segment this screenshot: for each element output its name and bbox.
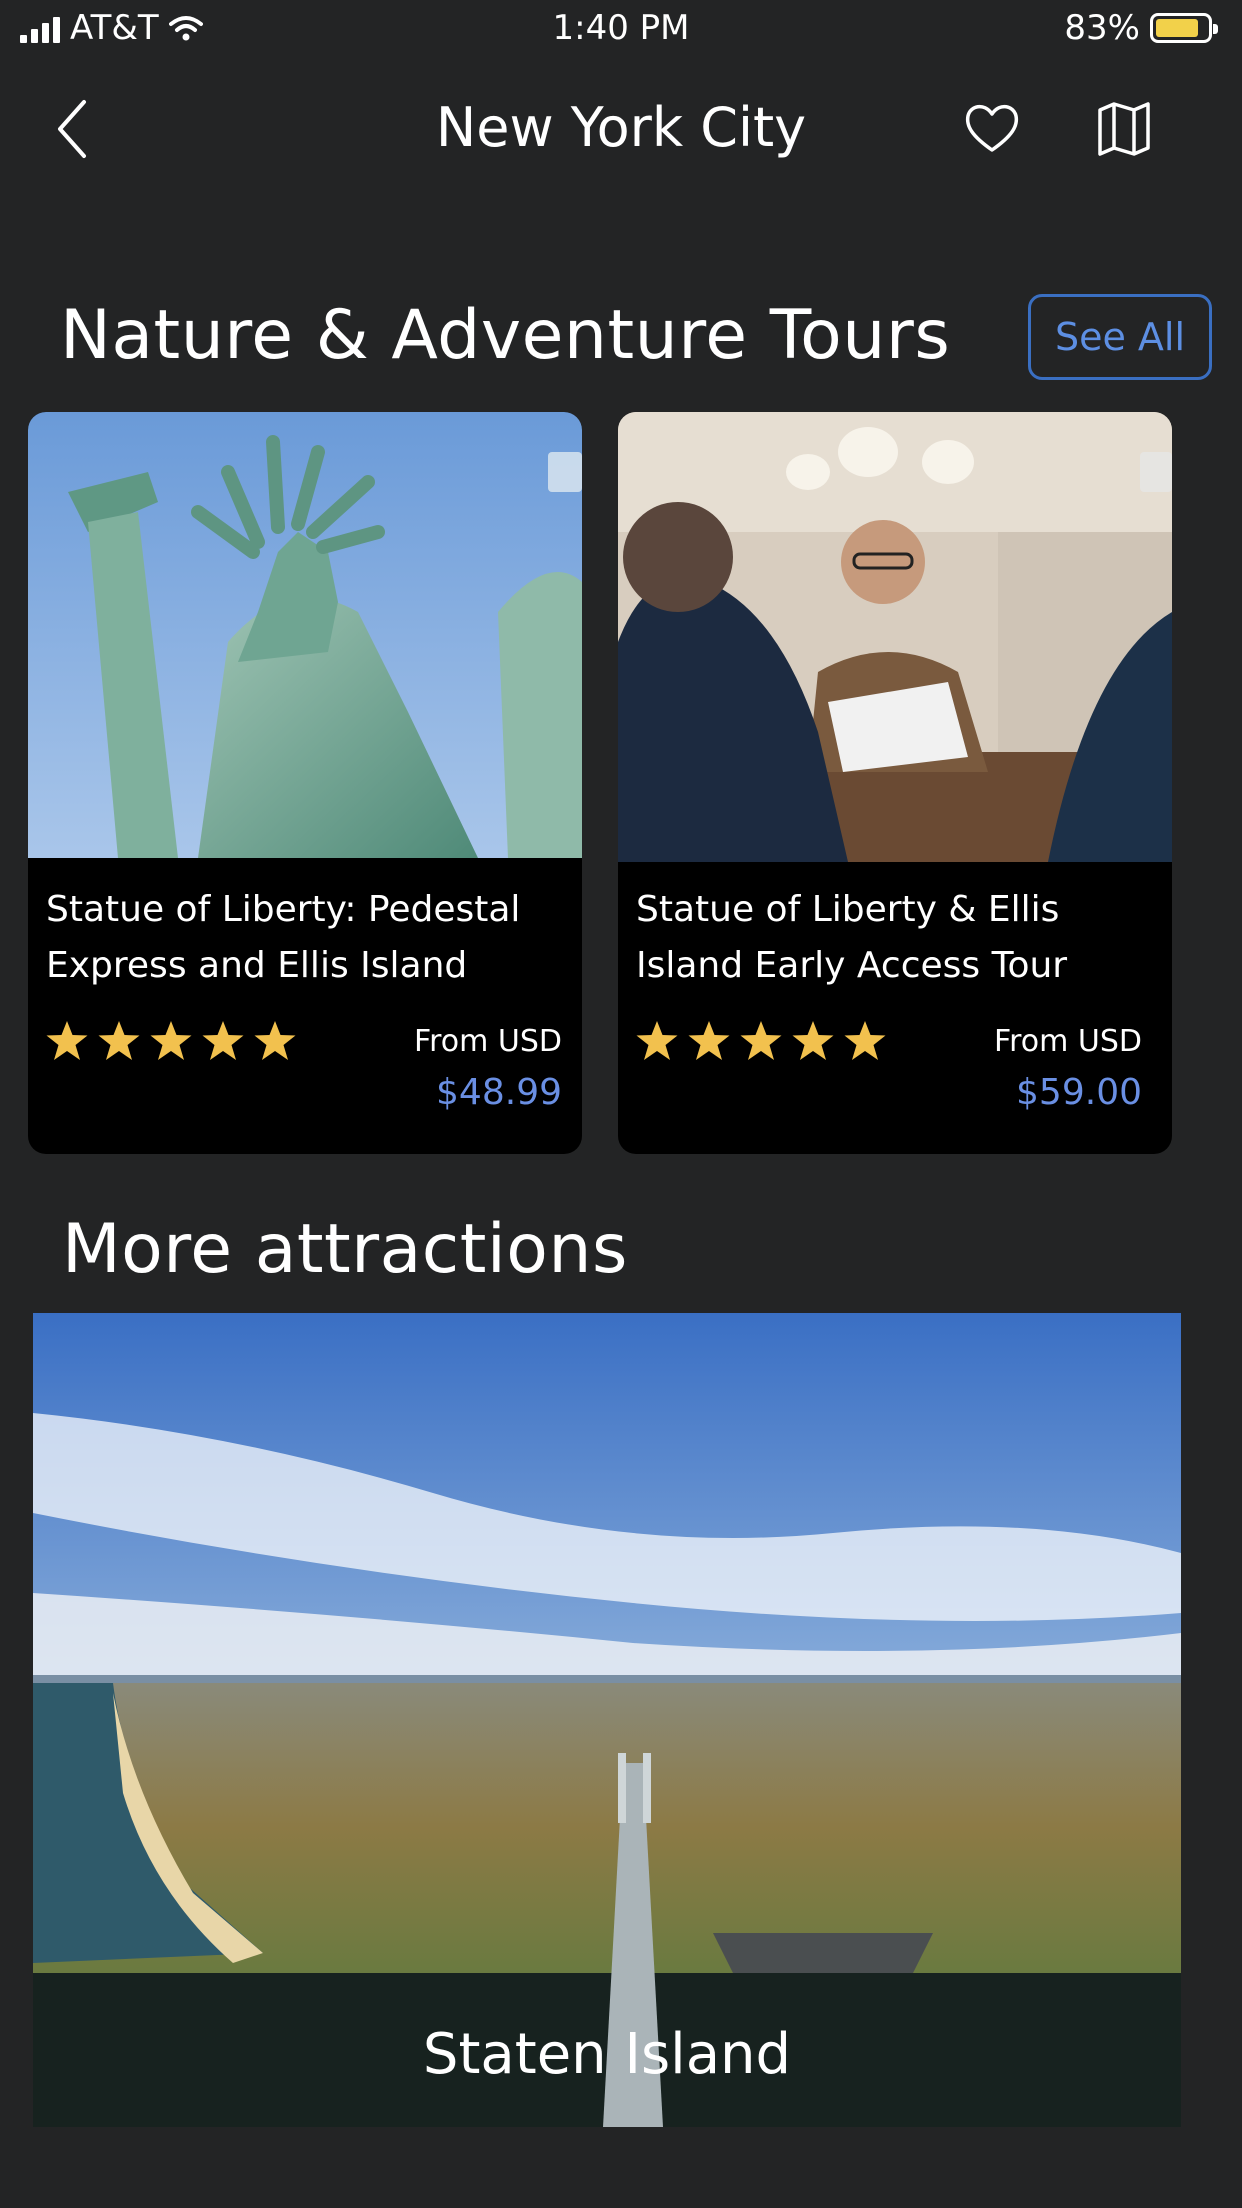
star-icon <box>254 1021 296 1060</box>
section-title-more-attractions: More attractions <box>62 1210 628 1289</box>
price-label: $59.00 <box>1016 1072 1142 1113</box>
heart-icon[interactable] <box>962 98 1022 158</box>
star-icon <box>202 1021 244 1060</box>
star-icon <box>46 1021 88 1060</box>
star-icon <box>740 1021 782 1060</box>
rating-stars-icon <box>44 1018 298 1064</box>
battery-group: 83% <box>1064 8 1218 48</box>
tour-card[interactable]: Statue of Liberty: Pedestal Express and … <box>28 412 582 1154</box>
tour-guide-image <box>618 412 1172 862</box>
card-title-line2: Express and Ellis Island <box>46 945 468 986</box>
attraction-card[interactable]: Staten Island <box>33 1313 1181 2127</box>
star-icon <box>792 1021 834 1060</box>
battery-icon <box>1150 13 1218 43</box>
staten-island-image <box>33 1313 1181 2127</box>
card-title-line1: Statue of Liberty & Ellis <box>636 889 1060 930</box>
star-icon <box>636 1021 678 1060</box>
attraction-name: Staten Island <box>422 2022 792 2087</box>
statue-of-liberty-image <box>28 412 582 858</box>
from-label: From USD <box>994 1024 1142 1059</box>
star-icon <box>150 1021 192 1060</box>
clock: 1:40 PM <box>552 8 690 48</box>
from-label: From USD <box>414 1024 562 1059</box>
page-title: New York City <box>435 96 807 159</box>
tour-card[interactable]: Statue of Liberty & Ellis Island Early A… <box>618 412 1172 1154</box>
section-title-tours: Nature & Adventure Tours <box>60 296 951 375</box>
back-chevron-icon[interactable] <box>48 96 98 162</box>
card-title-line2: Island Early Access Tour <box>636 945 1068 986</box>
star-icon <box>688 1021 730 1060</box>
status-bar: AT&T 1:40 PM 83% <box>0 0 1242 56</box>
card-title-line1: Statue of Liberty: Pedestal <box>46 889 521 930</box>
rating-stars-icon <box>634 1018 888 1064</box>
see-all-button[interactable]: See All <box>1028 294 1212 380</box>
price-label: $48.99 <box>436 1072 562 1113</box>
star-icon <box>98 1021 140 1060</box>
star-icon <box>844 1021 886 1060</box>
map-icon[interactable] <box>1094 98 1154 158</box>
battery-percent: 83% <box>1064 8 1140 48</box>
